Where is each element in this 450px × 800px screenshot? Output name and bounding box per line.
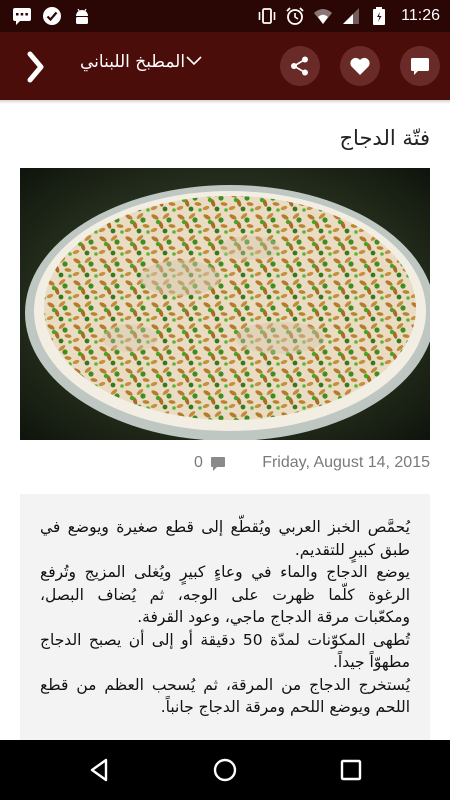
share-button[interactable]	[280, 46, 320, 86]
chat-notification-icon	[13, 8, 31, 25]
heart-icon	[350, 57, 370, 75]
comment-icon	[411, 58, 429, 75]
status-bar: 11:26	[0, 0, 450, 32]
back-triangle-icon[interactable]	[84, 755, 114, 785]
article-body-text: يُحمَّص الخبز العربي ويُقطّع إلى قطع صغي…	[40, 516, 410, 719]
dish-photo	[20, 168, 430, 440]
home-circle-icon[interactable]	[210, 755, 240, 785]
share-icon	[291, 56, 308, 76]
app-bar-shadow	[0, 100, 450, 104]
article-meta: Friday, August 14, 2015 0	[20, 454, 430, 476]
navigation-bar	[0, 740, 450, 800]
alarm-icon	[286, 7, 304, 25]
signal-icon	[343, 8, 360, 24]
article-scroll-view[interactable]: فتّة الدجاج Friday, August 14, 2015 0 يُ…	[0, 100, 450, 740]
battery-icon	[373, 7, 386, 25]
back-chevron-icon[interactable]	[20, 50, 50, 84]
comment-button[interactable]	[400, 46, 440, 86]
comment-count: 0	[194, 454, 203, 471]
chevron-down-icon[interactable]	[186, 56, 202, 66]
recents-square-icon[interactable]	[336, 755, 366, 785]
vibrate-icon	[258, 8, 276, 24]
wifi-icon	[314, 9, 333, 24]
article-title: فتّة الدجاج	[339, 126, 430, 150]
check-circle-icon	[43, 7, 61, 25]
comment-count-icon	[211, 457, 225, 471]
body-paragraph: يُحمَّص الخبز العربي ويُقطّع إلى قطع صغي…	[40, 518, 410, 559]
article-date: Friday, August 14, 2015	[262, 454, 430, 471]
clock: 11:26	[401, 7, 440, 24]
article-body: يُحمَّص الخبز العربي ويُقطّع إلى قطع صغي…	[20, 494, 430, 740]
body-paragraph: يُستخرج الدجاج من المرقة، ثم يُسحب العظم…	[40, 675, 410, 717]
app-bar: المطبخ اللبناني	[0, 32, 450, 100]
android-icon	[76, 8, 88, 24]
notification-icons	[12, 6, 92, 26]
system-icons: 11:26	[257, 6, 440, 26]
app-title[interactable]: المطبخ اللبناني	[80, 52, 185, 72]
favorite-button[interactable]	[340, 46, 380, 86]
body-paragraph: يوضع الدجاج والماء في وعاءٍ كبيرٍ ويُغلى…	[40, 563, 410, 626]
body-paragraph: تُطهى المكوّنات لمدّة 50 دقيقة أو إلى أن…	[40, 630, 410, 672]
